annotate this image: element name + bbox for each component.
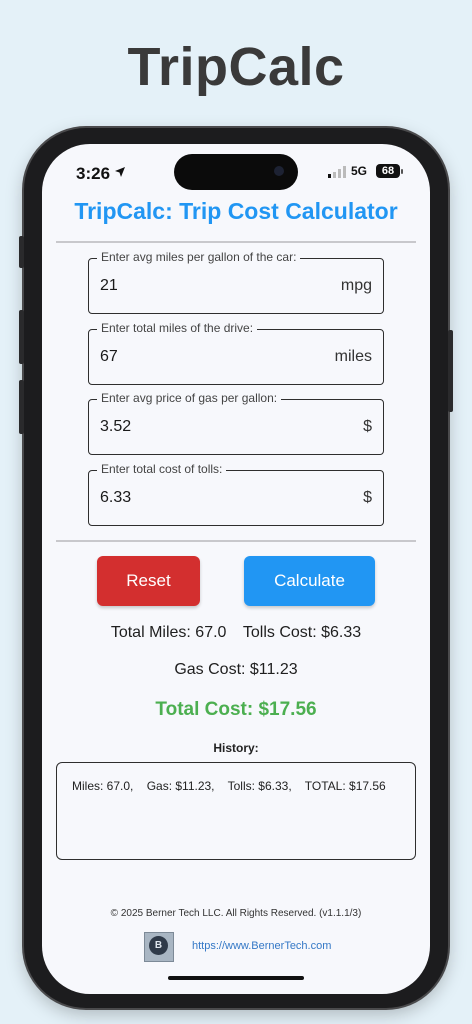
copyright-text: © 2025 Berner Tech LLC. All Rights Reser…: [110, 908, 362, 919]
signal-bars-icon: [328, 166, 346, 178]
network-type: 5G: [351, 164, 368, 178]
reset-button[interactable]: Reset: [97, 556, 200, 606]
dynamic-island: [174, 154, 298, 190]
tolls-field[interactable]: Enter total cost of tolls: $: [88, 462, 384, 526]
volume-down-button: [19, 380, 24, 434]
middle-divider: [56, 540, 416, 542]
berner-tech-logo: B: [144, 932, 174, 962]
total-miles-result: Total Miles: 67.0: [110, 624, 227, 641]
power-button: [448, 330, 453, 412]
miles-field[interactable]: Enter total miles of the drive: miles: [88, 321, 384, 385]
camera-icon: [274, 166, 284, 176]
gas-cost-result: Gas Cost: $11.23: [174, 661, 298, 678]
miles-suffix: miles: [334, 348, 372, 365]
logo-mark-icon: B: [149, 936, 168, 955]
miles-input[interactable]: [100, 330, 330, 384]
status-bar: 3:26 5G 68: [42, 154, 430, 190]
home-indicator[interactable]: [168, 976, 304, 980]
calculate-button[interactable]: Calculate: [244, 556, 375, 606]
mpg-suffix: mpg: [340, 277, 372, 294]
history-box[interactable]: Miles: 67.0, Gas: $11.23, Tolls: $6.33, …: [56, 762, 416, 860]
total-cost-result: Total Cost: $17.56: [155, 699, 317, 720]
status-time: 3:26: [76, 164, 111, 183]
history-label: History:: [213, 741, 259, 755]
app-banner-title: TripCalc: [127, 37, 345, 97]
battery-tip: [401, 169, 403, 174]
page-title: TripCalc: Trip Cost Calculator: [74, 198, 398, 224]
battery-icon: 68: [376, 164, 400, 178]
gas-price-suffix: $: [363, 418, 372, 435]
phone-screen: 3:26 5G 68 TripCalc: Trip Cost Calculato…: [42, 144, 430, 994]
mpg-input[interactable]: [100, 259, 330, 313]
tolls-cost-result: Tolls Cost: $6.33: [242, 624, 362, 641]
website-link[interactable]: https://www.BernerTech.com: [192, 940, 331, 952]
location-arrow-icon: [115, 167, 125, 177]
history-entry: Miles: 67.0, Gas: $11.23, Tolls: $6.33, …: [72, 779, 386, 793]
tolls-suffix: $: [363, 489, 372, 506]
gas-price-input[interactable]: [100, 400, 330, 454]
miles-tolls-row: Total Miles: 67.0 Tolls Cost: $6.33: [42, 624, 430, 642]
action-button: [19, 236, 24, 268]
volume-up-button: [19, 310, 24, 364]
top-divider: [56, 241, 416, 243]
battery-level: 68: [381, 165, 395, 177]
mpg-field[interactable]: Enter avg miles per gallon of the car: m…: [88, 250, 384, 314]
gas-price-field[interactable]: Enter avg price of gas per gallon: $: [88, 391, 384, 455]
tolls-input[interactable]: [100, 471, 330, 525]
gas-cost-row: Gas Cost: $11.23: [42, 661, 430, 679]
